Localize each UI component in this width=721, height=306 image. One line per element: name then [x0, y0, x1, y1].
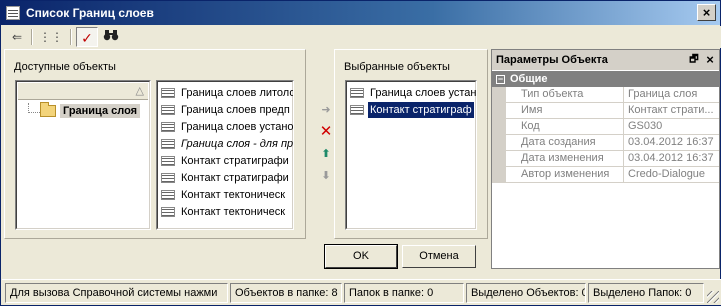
property-value: 03.04.2012 16:37: [628, 152, 714, 164]
tree-node-label: Граница слоя: [60, 104, 141, 118]
status-selected-objects: Выделено Объектов: 0: [466, 283, 586, 303]
tree-line: [28, 103, 40, 113]
status-objects-in-folder: Объектов в папке: 8: [230, 283, 342, 303]
layer-boundary-icon: [350, 88, 364, 98]
resize-grip-icon[interactable]: [707, 291, 719, 303]
selected-objects-group: Выбранные объекты Граница слоев устан Ко…: [334, 49, 488, 239]
available-objects-list[interactable]: Граница слоев литоло Граница слоев предп…: [156, 80, 294, 230]
list-item-label: Контакт тектоническ: [181, 189, 286, 201]
sort-icon: △: [135, 85, 144, 97]
selected-objects-label: Выбранные объекты: [344, 61, 450, 73]
checkmark-glyph: ✓: [81, 30, 93, 46]
list-item-label: Контакт стратиграфи: [181, 172, 289, 184]
folder-tree[interactable]: △ Граница слоя: [15, 80, 151, 230]
property-name: Имя: [506, 103, 624, 119]
layer-boundary-icon: [161, 173, 175, 183]
back-icon[interactable]: ⇐: [6, 27, 28, 47]
property-value: Граница слоя: [628, 88, 698, 100]
status-folders-in-folder: Папок в папке: 0: [344, 283, 464, 303]
property-row[interactable]: Код GS030: [492, 119, 719, 135]
list-item-label: Контакт стратиграфи: [181, 155, 289, 167]
list-item-label: Граница слоев устано: [181, 121, 294, 133]
list-item-selected[interactable]: Контакт стратиграф: [348, 101, 476, 119]
property-value: Контакт страти...: [628, 104, 714, 116]
property-name: Дата создания: [506, 135, 624, 151]
dialog-buttons: OK Отмена: [4, 240, 489, 270]
float-window-icon[interactable]: 🗗: [687, 53, 701, 67]
window-title: Список Границ слоев: [26, 6, 154, 20]
layer-boundary-icon: [161, 105, 175, 115]
binoculars-glyph: [103, 30, 119, 41]
available-objects-group: Доступные объекты △ Граница слоя Граница…: [4, 49, 306, 239]
list-item[interactable]: Контакт тектоническ: [159, 204, 291, 220]
list-item[interactable]: Контакт стратиграфи: [159, 170, 291, 186]
toolbar-separator: [70, 29, 72, 45]
layer-boundary-icon: [350, 105, 364, 115]
list-item-label: Контакт тектоническ: [181, 206, 286, 218]
property-row[interactable]: Автор изменения Credo-Dialogue: [492, 167, 719, 183]
list-item[interactable]: Контакт стратиграфи: [159, 153, 291, 169]
list-item-label: Граница слоя - для пр: [181, 138, 294, 150]
toolbar-separator: [31, 29, 33, 45]
property-name: Тип объекта: [506, 87, 624, 103]
status-bar: Для вызова Справочной системы нажми Объе…: [2, 279, 721, 305]
checkmark-icon[interactable]: ✓: [76, 27, 98, 47]
tree-node-layer-boundary[interactable]: Граница слоя: [20, 102, 150, 121]
tree-header[interactable]: △: [18, 83, 148, 100]
status-help-text: Для вызова Справочной системы нажми: [5, 283, 228, 303]
property-value: 03.04.2012 16:37: [628, 136, 714, 148]
properties-title: Параметры Объекта: [496, 54, 608, 66]
property-name: Дата изменения: [506, 151, 624, 167]
layer-list-icon: [6, 6, 20, 20]
close-button[interactable]: ×: [697, 4, 716, 21]
list-item[interactable]: Граница слоев литоло: [159, 85, 294, 101]
list-item[interactable]: Граница слоев предп: [159, 102, 291, 118]
property-row[interactable]: Имя Контакт страти...: [492, 103, 719, 119]
layer-boundary-icon: [161, 207, 175, 217]
remove-icon[interactable]: ✕: [317, 123, 335, 141]
list-item[interactable]: Контакт тектоническ: [159, 187, 291, 203]
status-selected-folders: Выделено Папок: 0: [588, 283, 704, 303]
layer-boundary-icon: [161, 122, 175, 132]
view-mode-icon[interactable]: ⋮⋮ ▼: [35, 27, 67, 64]
property-row[interactable]: Дата изменения 03.04.2012 16:37: [492, 151, 719, 167]
layer-boundary-icon: [161, 156, 175, 166]
object-properties-panel: Параметры Объекта 🗗 × − Общие Тип объект…: [491, 49, 720, 269]
list-item-label: Граница слоев литоло: [181, 87, 294, 99]
property-value: GS030: [628, 120, 663, 132]
list-item[interactable]: Граница слоя - для пр: [159, 136, 294, 152]
layer-boundary-icon: [161, 190, 175, 200]
property-name: Код: [506, 119, 624, 135]
selected-objects-list[interactable]: Граница слоев устан Контакт стратиграф: [345, 80, 477, 230]
collapse-icon[interactable]: −: [496, 75, 505, 84]
move-up-icon[interactable]: ⬆: [317, 145, 335, 163]
property-value: Credo-Dialogue: [628, 168, 706, 180]
list-item-label: Граница слоев устан: [370, 87, 477, 99]
title-bar[interactable]: Список Границ слоев ×: [1, 1, 720, 25]
toolbar: ⇐ ⋮⋮ ▼ ✓: [2, 26, 721, 64]
property-category[interactable]: − Общие: [492, 71, 719, 87]
property-row[interactable]: Тип объекта Граница слоя: [492, 87, 719, 103]
list-item[interactable]: Граница слоев устано: [159, 119, 294, 135]
dialog-window: Список Границ слоев × ⇐ ⋮⋮ ▼ ✓ Доступные…: [0, 0, 721, 306]
list-item[interactable]: Граница слоев устан: [348, 85, 476, 101]
layer-boundary-icon: [161, 139, 175, 149]
ok-button[interactable]: OK: [324, 244, 398, 269]
properties-header: Параметры Объекта 🗗 ×: [492, 50, 719, 70]
layer-boundary-icon: [161, 88, 175, 98]
add-arrow-icon[interactable]: ➜: [317, 101, 335, 119]
available-objects-label: Доступные объекты: [14, 61, 116, 73]
folder-icon: [40, 102, 56, 117]
cancel-button[interactable]: Отмена: [402, 245, 476, 268]
move-down-icon[interactable]: ⬇: [317, 167, 335, 185]
property-row[interactable]: Дата создания 03.04.2012 16:37: [492, 135, 719, 151]
list-item-label: Граница слоев предп: [181, 104, 290, 116]
category-label: Общие: [510, 73, 548, 85]
close-panel-icon[interactable]: ×: [703, 53, 717, 67]
list-item-label: Контакт стратиграф: [367, 101, 475, 119]
property-name: Автор изменения: [506, 167, 624, 183]
binoculars-icon[interactable]: [100, 27, 122, 47]
